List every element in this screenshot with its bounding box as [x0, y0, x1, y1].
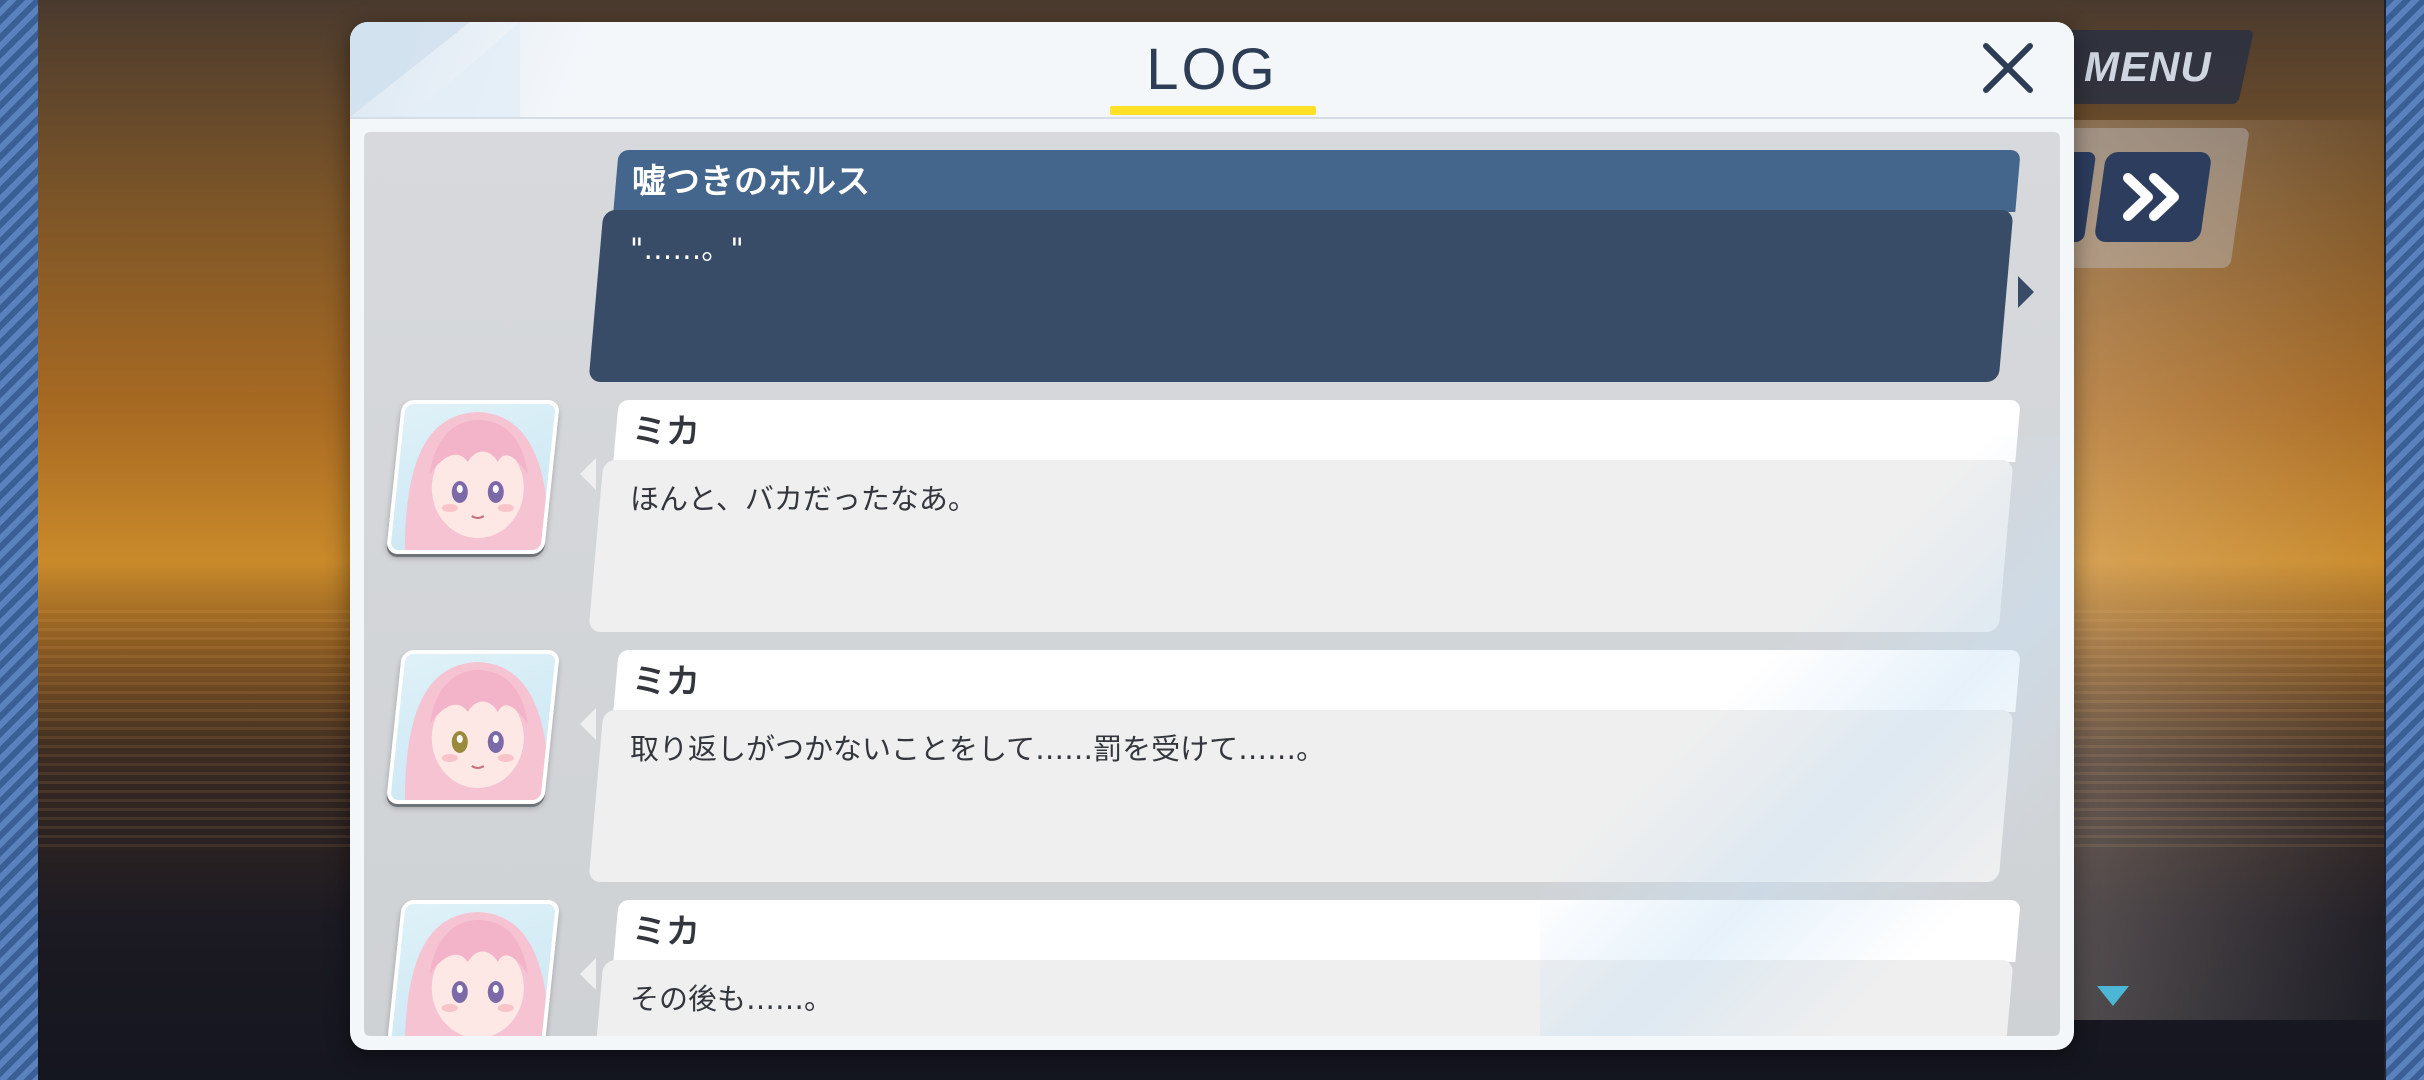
log-entry: ミカ ほんと、バカだったなあ。 [364, 382, 2060, 632]
message-text: その後も……。 [630, 982, 834, 1016]
fast-forward-button[interactable] [2093, 152, 2213, 242]
fast-forward-icon [2123, 173, 2179, 221]
speaker-header [613, 650, 2021, 712]
character-portrait [385, 400, 561, 554]
message-box [588, 210, 2014, 382]
message-pointer [580, 708, 596, 740]
scroll-down-indicator-icon [2097, 986, 2129, 1006]
mika-portrait-icon [404, 912, 550, 1036]
log-entry: ミカ その後も……。 [364, 882, 2060, 1036]
message-text: ほんと、バカだったなあ。 [630, 482, 977, 516]
character-portrait [385, 900, 561, 1036]
message-pointer [580, 958, 596, 990]
speaker-name: ミカ [632, 412, 700, 452]
log-dialog: LOG 嘘つきのホルス "……。" ミカ ほんと、バカだったなあ。 ミカ 取り返… [350, 22, 2074, 1050]
mika-portrait-icon [404, 412, 550, 554]
log-scroll-area[interactable]: 嘘つきのホルス "……。" ミカ ほんと、バカだったなあ。 ミカ 取り返しがつか… [364, 132, 2060, 1036]
log-entry: 嘘つきのホルス "……。" [364, 132, 2060, 382]
speaker-name: ミカ [632, 912, 700, 952]
message-text: 取り返しがつかないことをして……罰を受けて……。 [630, 732, 1326, 766]
dialog-header: LOG [350, 22, 2074, 119]
log-entry: ミカ 取り返しがつかないことをして……罰を受けて……。 [364, 632, 2060, 882]
message-text: "……。" [630, 232, 744, 266]
title-underline [1110, 106, 1316, 115]
speaker-name: 嘘つきのホルス [632, 162, 870, 202]
close-icon [1983, 43, 2033, 93]
message-pointer [580, 458, 596, 490]
close-button[interactable] [1978, 38, 2038, 98]
right-border-decoration [2386, 0, 2424, 1080]
speaker-name: ミカ [632, 662, 700, 702]
message-pointer [2018, 276, 2034, 308]
character-portrait [385, 650, 561, 804]
dialog-title: LOG [1146, 37, 1278, 102]
speaker-header [613, 900, 2021, 962]
menu-button-label: MENU [2084, 43, 2212, 90]
speaker-header [613, 400, 2021, 462]
mika-portrait-icon [404, 662, 550, 804]
left-border-decoration [0, 0, 38, 1080]
